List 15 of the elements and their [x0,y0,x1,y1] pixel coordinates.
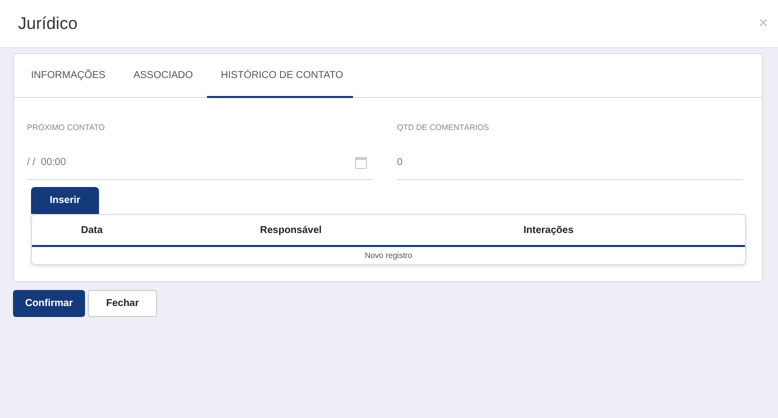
field-label: PRÓXIMO CONTATO [27,122,106,134]
field-label: QTD DE COMENTÁRIOS [397,122,490,134]
input-field[interactable]: / / 00:00 [27,146,373,180]
input-field[interactable]: 0 [397,146,743,180]
close-dialog-button[interactable]: Fechar [88,290,157,317]
insert-button[interactable]: Inserir [31,187,99,214]
confirm-button[interactable]: Confirmar [13,290,85,317]
window-title: Jurídico [18,12,78,35]
column-header[interactable]: Data [81,222,103,238]
tab[interactable]: ASSOCIADO [119,54,207,98]
empty-row-text: Novo registro [364,250,412,262]
tab[interactable]: HISTÓRICO DE CONTATO [206,54,353,98]
column-header[interactable]: Responsável [260,222,322,238]
column-header[interactable]: Interações [523,222,574,238]
tab[interactable]: INFORMAÇÕES [17,54,120,98]
